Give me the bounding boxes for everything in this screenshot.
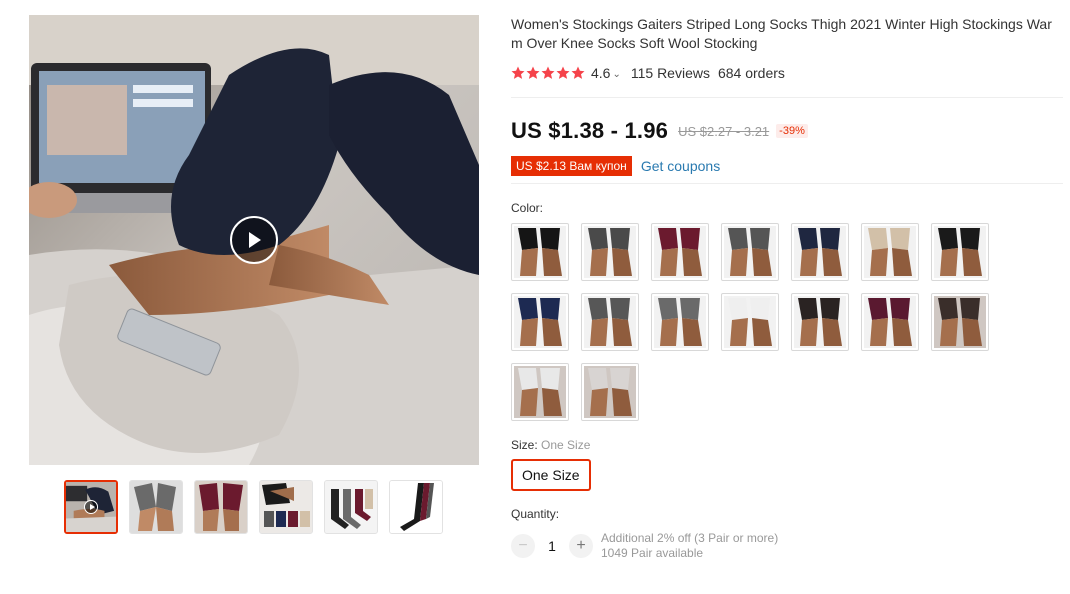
divider — [511, 97, 1063, 98]
swatch-image — [584, 226, 636, 278]
color-swatch-5[interactable] — [791, 223, 849, 281]
color-swatch-12[interactable] — [791, 293, 849, 351]
color-swatch-2[interactable] — [581, 223, 639, 281]
star-icon — [511, 66, 525, 79]
size-option-one-size[interactable]: One Size — [511, 459, 591, 491]
star-rating — [511, 66, 585, 80]
main-product-image[interactable] — [29, 15, 479, 465]
coupon-row: US $2.13 Вам купон Get coupons — [511, 155, 1063, 177]
thumbnail-1[interactable] — [64, 480, 118, 534]
product-info-panel: Women's Stockings Gaiters Striped Long S… — [511, 15, 1063, 561]
swatch-image — [584, 296, 636, 348]
video-indicator-icon — [84, 500, 98, 514]
color-swatch-8[interactable] — [511, 293, 569, 351]
thumbnail-strip — [64, 480, 443, 534]
color-swatch-9[interactable] — [581, 293, 639, 351]
swatch-image — [514, 366, 566, 418]
size-label: Size: — [511, 438, 538, 452]
product-title: Women's Stockings Gaiters Striped Long S… — [511, 16, 1052, 51]
rating-value[interactable]: 4.6 — [591, 65, 610, 81]
quantity-info: Additional 2% off (3 Pair or more) 1049 … — [601, 531, 778, 561]
color-swatch-1[interactable] — [511, 223, 569, 281]
swatch-image — [724, 296, 776, 348]
color-swatch-16[interactable] — [581, 363, 639, 421]
quantity-label: Quantity: — [511, 507, 560, 521]
current-price: US $1.38 - 1.96 — [511, 118, 669, 143]
thumbnail-5[interactable] — [324, 480, 378, 534]
thumbnail-image — [325, 481, 377, 533]
star-icon — [526, 66, 540, 79]
quantity-decrease-button[interactable]: − — [511, 534, 535, 558]
divider — [511, 183, 1063, 184]
color-swatch-11[interactable] — [721, 293, 779, 351]
color-swatch-14[interactable] — [931, 293, 989, 351]
color-swatch-15[interactable] — [511, 363, 569, 421]
swatch-image — [584, 366, 636, 418]
orders-count: 684 orders — [717, 65, 785, 81]
thumbnail-image — [130, 481, 182, 533]
quantity-increase-button[interactable]: + — [569, 534, 593, 558]
star-icon — [556, 66, 570, 79]
star-icon — [541, 66, 555, 79]
swatch-image — [864, 226, 916, 278]
thumbnail-image — [195, 481, 247, 533]
thumbnail-6[interactable] — [389, 480, 443, 534]
color-swatch-4[interactable] — [721, 223, 779, 281]
thumbnail-4[interactable] — [259, 480, 313, 534]
swatch-image — [514, 226, 566, 278]
swatch-image — [934, 296, 986, 348]
rating-row: 4.6 ⌄ 115 Reviews 684 orders — [511, 64, 1063, 82]
color-swatch-13[interactable] — [861, 293, 919, 351]
color-swatch-10[interactable] — [651, 293, 709, 351]
swatch-image — [654, 226, 706, 278]
color-swatch-7[interactable] — [931, 223, 989, 281]
swatch-image — [724, 226, 776, 278]
swatch-image — [794, 226, 846, 278]
price-row: US $1.38 - 1.96 US $2.27 - 3.21 -39% — [511, 117, 1063, 145]
original-price: US $2.27 - 3.21 — [678, 123, 770, 139]
reviews-link[interactable]: 115 Reviews — [631, 65, 710, 81]
quantity-stepper: − + Additional 2% off (3 Pair or more) 1… — [511, 531, 1063, 561]
thumbnail-3[interactable] — [194, 480, 248, 534]
quantity-input[interactable] — [535, 537, 569, 555]
swatch-image — [514, 296, 566, 348]
size-selected-value: One Size — [541, 438, 591, 452]
swatch-image — [654, 296, 706, 348]
coupon-badge[interactable]: US $2.13 Вам купон — [511, 156, 632, 176]
stock-available-text: 1049 Pair available — [601, 546, 704, 560]
get-coupons-link[interactable]: Get coupons — [641, 158, 720, 174]
chevron-down-icon[interactable]: ⌄ — [612, 69, 620, 80]
thumbnail-2[interactable] — [129, 480, 183, 534]
swatch-image — [864, 296, 916, 348]
color-label: Color: — [511, 201, 544, 215]
swatch-image — [794, 296, 846, 348]
bulk-discount-text: Additional 2% off (3 Pair or more) — [601, 531, 779, 545]
play-video-button[interactable] — [230, 216, 278, 264]
color-swatch-6[interactable] — [861, 223, 919, 281]
swatch-image — [934, 226, 986, 278]
star-icon — [571, 66, 585, 79]
thumbnail-image — [390, 481, 442, 533]
play-icon — [249, 232, 261, 248]
thumbnail-image — [260, 481, 312, 533]
discount-badge: -39% — [776, 124, 808, 138]
color-swatch-grid — [511, 223, 1063, 421]
color-swatch-3[interactable] — [651, 223, 709, 281]
size-label-row: Size: One Size — [511, 438, 1063, 452]
